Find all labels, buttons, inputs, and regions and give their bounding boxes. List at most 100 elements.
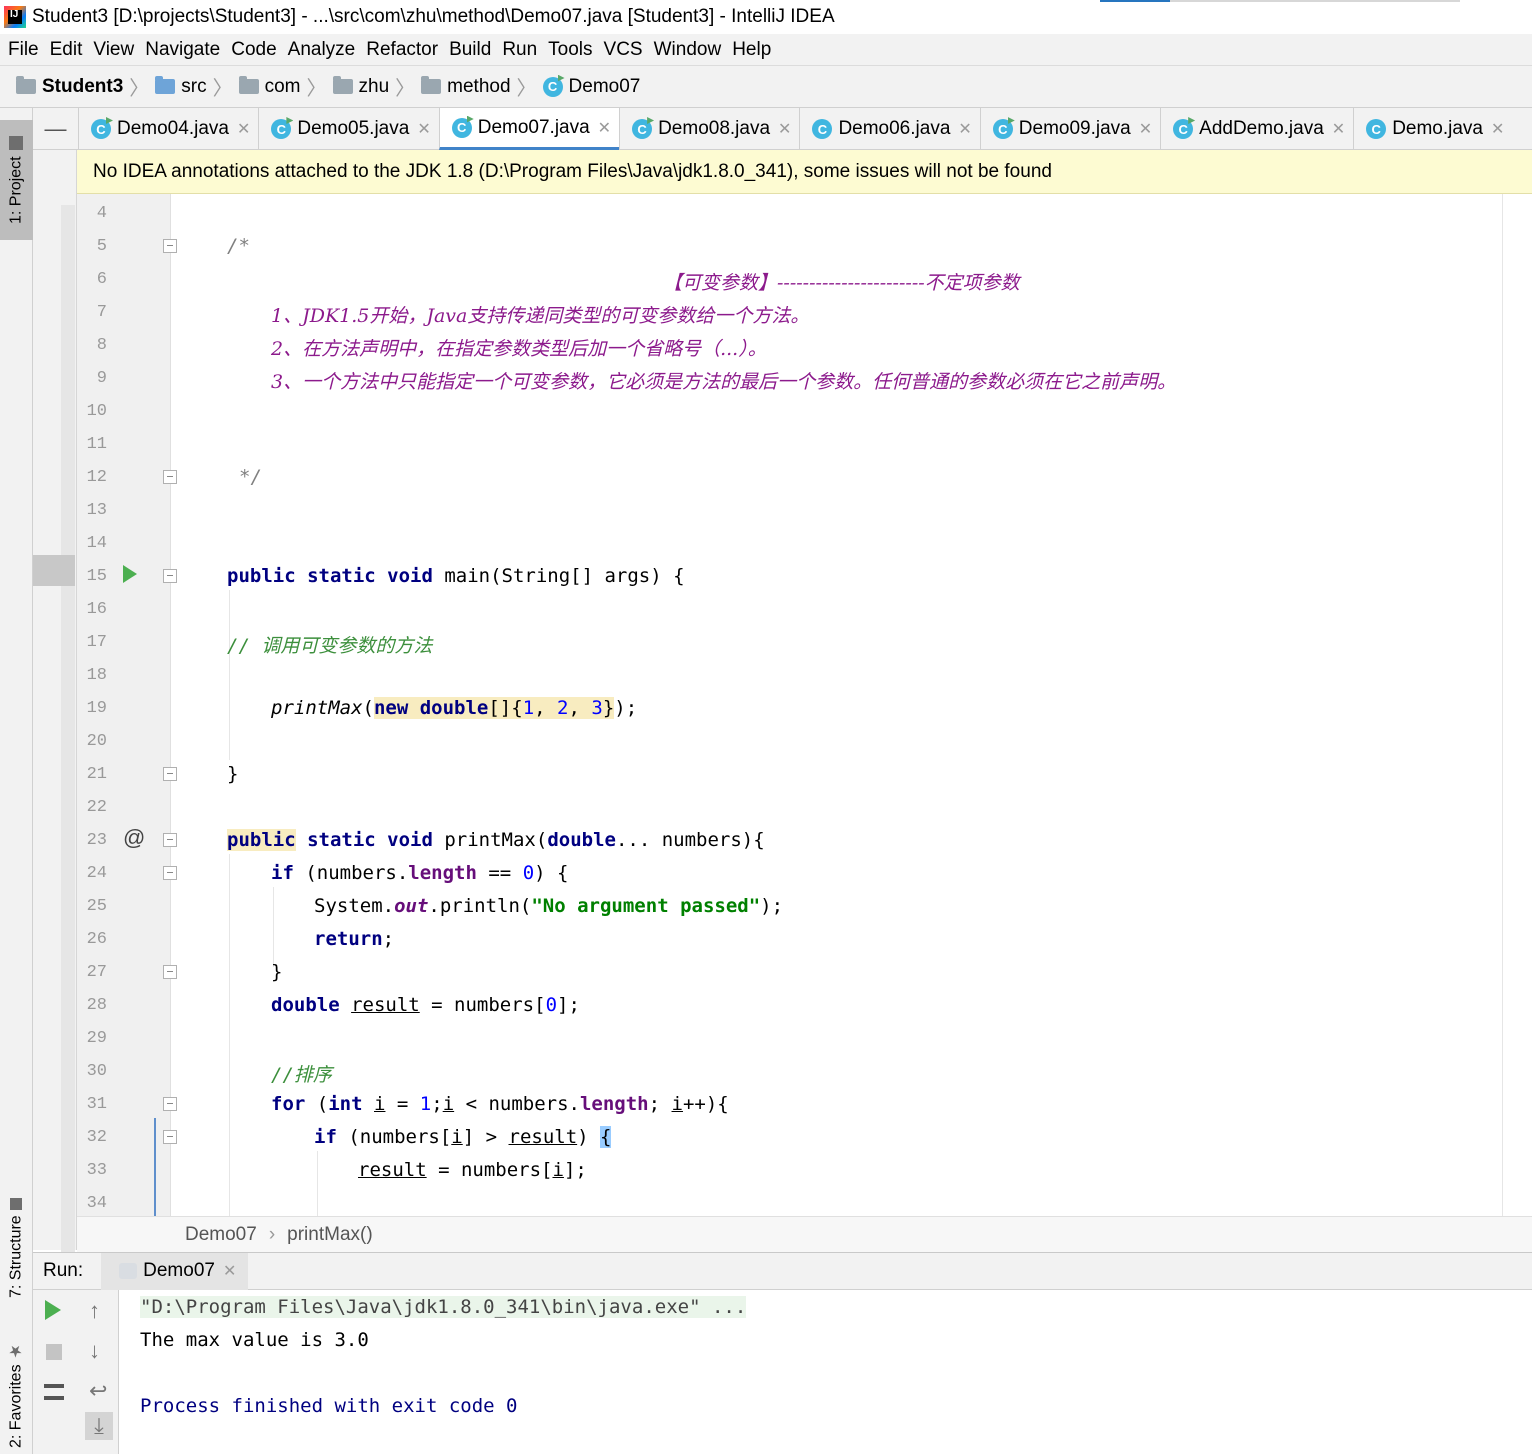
code-token: ; <box>382 928 395 950</box>
tab-demo07[interactable]: C Demo07.java ✕ <box>438 108 620 150</box>
stop-icon[interactable] <box>46 1344 62 1360</box>
navigation-bar: Student3 〉 src 〉 com 〉 zhu 〉 method 〉 C … <box>0 66 1532 108</box>
close-icon[interactable]: ✕ <box>778 119 791 139</box>
breadcrumb-file[interactable]: C Demo07 <box>542 76 640 98</box>
menu-analyze[interactable]: Analyze <box>288 39 356 61</box>
layout-icon[interactable] <box>44 1384 64 1400</box>
code-variable: i <box>552 1159 564 1181</box>
line-number: 33 <box>86 1161 107 1180</box>
fold-icon[interactable] <box>163 866 177 880</box>
code-keyword: int <box>328 1093 363 1115</box>
code-text: */ <box>239 466 262 488</box>
fold-icon[interactable] <box>163 1097 177 1111</box>
code-field: length <box>579 1093 649 1115</box>
menu-vcs[interactable]: VCS <box>604 39 643 61</box>
left-tool-strip: 1: Project 7: Structure 2: Favorites ★ <box>0 108 33 1454</box>
code-token: printMax( <box>432 829 548 851</box>
project-tool-tab[interactable]: 1: Project <box>0 120 33 240</box>
close-icon[interactable]: ✕ <box>958 119 971 139</box>
breadcrumb-zhu[interactable]: zhu 〉 <box>332 72 422 101</box>
editor-breadcrumb-method[interactable]: printMax() <box>287 1224 373 1246</box>
menu-file[interactable]: File <box>8 39 39 61</box>
breadcrumb-method[interactable]: method 〉 <box>421 72 542 101</box>
close-icon[interactable]: ✕ <box>223 1261 236 1281</box>
run-toolbar: ↑ ↓ ↩ ⤓ <box>33 1290 119 1454</box>
fold-icon[interactable] <box>163 767 177 781</box>
code-token: .println( <box>428 895 532 917</box>
rerun-icon[interactable] <box>45 1300 61 1320</box>
code-variable: result <box>358 1159 427 1181</box>
menu-build[interactable]: Build <box>449 39 491 61</box>
tab-demo06[interactable]: C Demo06.java ✕ <box>799 108 979 150</box>
code-token: ); <box>614 697 638 719</box>
fold-icon[interactable] <box>163 965 177 979</box>
project-scrollbar[interactable] <box>61 205 75 1305</box>
menu-navigate[interactable]: Navigate <box>145 39 220 61</box>
breadcrumb-src[interactable]: src 〉 <box>155 72 238 101</box>
structure-tool-tab[interactable]: 7: Structure <box>0 1188 33 1308</box>
tab-demo08[interactable]: C Demo08.java ✕ <box>619 108 799 150</box>
fold-icon[interactable] <box>163 470 177 484</box>
close-icon[interactable]: ✕ <box>1139 119 1152 139</box>
tab-demo[interactable]: C Demo.java ✕ <box>1353 108 1512 150</box>
menu-tools[interactable]: Tools <box>548 39 592 61</box>
scroll-to-end-icon[interactable]: ⤓ <box>85 1412 113 1440</box>
menu-view[interactable]: View <box>93 39 134 61</box>
close-icon[interactable]: ✕ <box>1332 119 1345 139</box>
code-keyword: static void <box>295 829 433 851</box>
java-class-icon: C <box>632 119 653 139</box>
menu-window[interactable]: Window <box>654 39 722 61</box>
arrow-down-icon[interactable]: ↓ <box>89 1338 100 1364</box>
tab-demo04[interactable]: C Demo04.java ✕ <box>78 108 258 150</box>
chevron-right-icon: › <box>268 1223 276 1245</box>
code-line: 12 */ <box>77 462 1532 495</box>
code-token: ; <box>431 1093 443 1115</box>
close-icon[interactable]: ✕ <box>598 118 611 138</box>
code-token: ); <box>760 895 784 917</box>
code-line: 24 if (numbers.length == 0) { <box>77 858 1532 891</box>
fold-icon[interactable] <box>163 239 177 253</box>
tab-label: AddDemo.java <box>1199 118 1324 139</box>
menu-run[interactable]: Run <box>502 39 537 61</box>
code-token: = numbers[ <box>419 994 546 1016</box>
tab-label: Demo08.java <box>658 118 771 139</box>
collapse-icon[interactable]: — <box>33 108 78 149</box>
code-token: ( <box>362 697 374 719</box>
arrow-up-icon[interactable]: ↑ <box>89 1298 100 1324</box>
breadcrumb-com[interactable]: com 〉 <box>238 72 333 101</box>
code-token: = numbers[ <box>426 1159 553 1181</box>
code-editor[interactable]: 4 5 /* 6 【可变参数】-----------------------不定… <box>77 194 1532 1216</box>
annotation-icon[interactable]: @ <box>123 825 145 851</box>
code-token: == <box>476 862 523 884</box>
code-text: if (numbers.length == 0) { <box>271 862 568 884</box>
close-icon[interactable]: ✕ <box>1491 119 1504 139</box>
tab-adddemo[interactable]: C AddDemo.java ✕ <box>1160 108 1353 150</box>
code-line: 28 double result = numbers[0]; <box>77 990 1532 1023</box>
line-number: 10 <box>86 402 107 421</box>
fold-icon[interactable] <box>163 833 177 847</box>
editor-breadcrumb-class[interactable]: Demo07 <box>185 1224 257 1246</box>
fold-icon[interactable] <box>163 1130 177 1144</box>
soft-wrap-icon[interactable]: ↩ <box>89 1378 107 1404</box>
menu-code[interactable]: Code <box>231 39 276 61</box>
menu-refactor[interactable]: Refactor <box>366 39 438 61</box>
close-icon[interactable]: ✕ <box>237 119 250 139</box>
run-icon[interactable] <box>123 565 137 583</box>
chevron-right-icon: 〉 <box>516 78 537 100</box>
favorites-tool-tab[interactable]: 2: Favorites ★ <box>0 1336 33 1454</box>
code-token: printMax <box>271 697 363 719</box>
run-tab-demo07[interactable]: Demo07 ✕ <box>101 1252 249 1290</box>
menu-edit[interactable]: Edit <box>50 39 83 61</box>
close-icon[interactable]: ✕ <box>417 119 430 139</box>
tab-demo05[interactable]: C Demo05.java ✕ <box>258 108 438 150</box>
line-number: 31 <box>86 1095 107 1114</box>
line-number: 30 <box>86 1062 107 1081</box>
breadcrumb-project[interactable]: Student3 〉 <box>16 72 155 101</box>
tab-demo09[interactable]: C Demo09.java ✕ <box>979 108 1160 150</box>
menu-help[interactable]: Help <box>732 39 771 61</box>
run-console[interactable]: "D:\Program Files\Java\jdk1.8.0_341\bin\… <box>120 1290 1532 1454</box>
fold-icon[interactable] <box>163 569 177 583</box>
code-line: 31 for (int i = 1;i < numbers.length; i+… <box>77 1089 1532 1122</box>
code-text: public static void main(String[] args) { <box>227 565 685 587</box>
